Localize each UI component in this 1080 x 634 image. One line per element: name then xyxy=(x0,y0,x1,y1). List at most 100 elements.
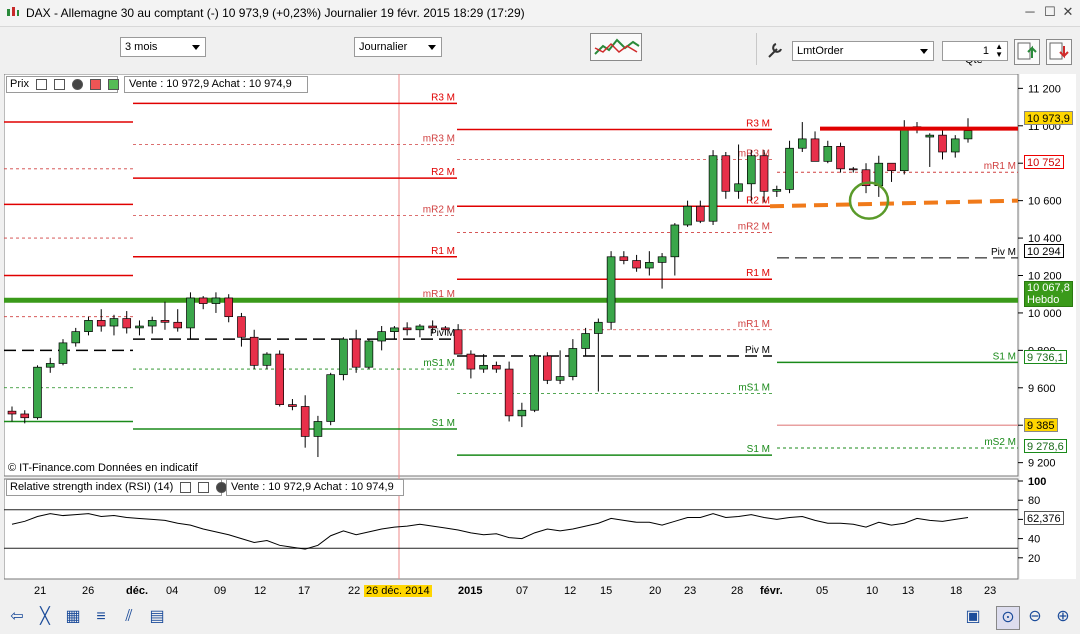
candle-body-down xyxy=(887,162,896,172)
app-logo-icon xyxy=(7,7,19,16)
sell-order-button[interactable] xyxy=(1046,39,1072,65)
window-icon[interactable] xyxy=(198,481,210,493)
zoom-in-icon[interactable]: ⊕ xyxy=(1052,606,1074,628)
candle-body-up xyxy=(670,224,680,258)
date-axis: 21 26 déc. 04 09 12 17 22 26 déc. 2014 2015 07 12 15… xyxy=(4,584,1018,600)
candle-body-down xyxy=(441,327,450,331)
candle-body-down xyxy=(428,325,437,329)
grid-tool-icon[interactable]: ▦ xyxy=(62,606,84,628)
candle-body-up xyxy=(479,364,488,370)
close-button[interactable]: ✕ xyxy=(1060,4,1076,20)
minimize-button[interactable]: ─ xyxy=(1022,4,1038,20)
hebdo-price-tag: 10 067,8 Hebdo xyxy=(1024,281,1073,307)
close-icon[interactable] xyxy=(72,78,84,90)
wrench-icon[interactable] xyxy=(180,481,192,493)
candle-body-down xyxy=(351,338,361,368)
price-quote-label: Vente : 10 972,9 Achat : 10 974,9 xyxy=(124,76,308,93)
candle-body-up xyxy=(555,376,565,381)
candle-body-down xyxy=(160,320,170,323)
rsi-panel-header: Relative strength index (RSI) (14) xyxy=(6,479,228,496)
candle xyxy=(708,150,718,225)
order-type-select[interactable]: LmtOrder xyxy=(792,41,934,61)
window-icon[interactable] xyxy=(54,78,66,90)
chart-style-button[interactable] xyxy=(590,33,642,61)
candle-body-up xyxy=(211,297,221,304)
candle-body-up xyxy=(950,138,960,153)
date-axis-label: 12 xyxy=(254,585,267,597)
candle-body-up xyxy=(874,162,884,187)
sell-arrow-icon xyxy=(1049,42,1069,60)
buy-order-button[interactable] xyxy=(1014,39,1040,65)
move-up-icon[interactable] xyxy=(108,78,120,90)
candle-body-down xyxy=(492,364,501,370)
candle-body-up xyxy=(657,256,667,263)
pivot-level-label: mR3 M xyxy=(423,134,455,145)
date-axis-label: 2015 xyxy=(458,585,483,597)
candle-body-up xyxy=(186,297,195,329)
title-bar: DAX - Allemagne 30 au comptant (-) 10 97… xyxy=(0,0,1080,27)
candle xyxy=(785,140,794,194)
price-chart-svg[interactable]: R3 M mR3 M R2 M mR2 M R1 M mR1 M Piv M mS1 M S1 … xyxy=(3,73,1076,584)
last-price-tag: 10 973,9 xyxy=(1024,111,1073,125)
candle-body-up xyxy=(899,127,909,172)
candle-body-up xyxy=(364,340,374,368)
candle-body-down xyxy=(96,320,106,327)
period-select[interactable]: 3 mois xyxy=(120,37,206,57)
date-axis-label: 10 xyxy=(866,585,879,597)
candle-body-up xyxy=(645,262,654,269)
maximize-button[interactable]: ☐ xyxy=(1042,4,1058,20)
channel-tool-icon[interactable]: ⫽ xyxy=(118,606,140,628)
quantity-value: 1 xyxy=(982,45,989,57)
fibonacci-tool-icon[interactable]: ≡ xyxy=(90,606,112,628)
candle-body-down xyxy=(543,355,552,381)
zoom-out-icon[interactable]: ⊖ xyxy=(1024,606,1046,628)
candle xyxy=(339,337,348,381)
price-panel-header: Prix xyxy=(6,76,120,93)
low-price-tag: 9 385 xyxy=(1024,418,1058,432)
candle-body-up xyxy=(135,325,144,329)
wrench-icon[interactable] xyxy=(36,78,48,90)
candle-body-up xyxy=(147,320,157,327)
candle-body-down xyxy=(275,353,284,405)
date-axis-label: 05 xyxy=(816,585,829,597)
candle-body-down xyxy=(237,316,246,338)
price-panel-label: Prix xyxy=(10,78,29,90)
date-axis-label: 28 xyxy=(731,585,744,597)
date-axis-label: déc. xyxy=(126,585,149,597)
rsi-axis-label: 20 xyxy=(1028,553,1040,565)
price-axis-label: 9 200 xyxy=(1028,458,1056,470)
price-axis-label: 10 000 xyxy=(1028,308,1062,320)
candle-body-up xyxy=(747,155,756,185)
text-tool-icon[interactable]: ▤ xyxy=(146,606,168,628)
date-axis-label: 04 xyxy=(166,585,179,597)
date-axis-label: 15 xyxy=(600,585,613,597)
pivot-level-label: Piv M xyxy=(991,247,1016,258)
candle-body-up xyxy=(45,363,55,368)
zoom-fit-icon[interactable]: ⊙ xyxy=(996,606,1020,630)
wrench-icon[interactable] xyxy=(765,40,789,62)
stepper-arrows-icon[interactable]: ▲ ▼ xyxy=(995,43,1003,59)
candle-body-up xyxy=(823,146,833,162)
candle-body-down xyxy=(836,146,845,170)
lock-icon[interactable]: ▣ xyxy=(962,606,984,628)
quantity-stepper[interactable]: 1 ▲ ▼ xyxy=(942,41,1008,61)
date-axis-label: 20 xyxy=(649,585,662,597)
date-axis-label: 17 xyxy=(298,585,311,597)
candle xyxy=(836,142,845,173)
candle xyxy=(364,339,374,370)
toolbar-divider xyxy=(756,33,757,65)
date-axis-label: 22 xyxy=(348,585,361,597)
date-axis-label: 26 déc. 2014 xyxy=(364,585,432,597)
date-axis-label: 07 xyxy=(516,585,529,597)
buy-arrow-icon xyxy=(1017,42,1037,60)
chart-area[interactable]: R3 M mR3 M R2 M mR2 M R1 M mR1 M Piv M mS1 M S1 … xyxy=(3,73,1076,584)
arrow-left-icon[interactable]: ⇦ xyxy=(6,606,28,628)
interval-select[interactable]: Journalier xyxy=(354,37,442,57)
move-down-icon[interactable] xyxy=(90,78,102,90)
candle-body-up xyxy=(390,327,399,332)
candle-body-down xyxy=(249,336,259,366)
line-tool-icon[interactable]: ╳ xyxy=(34,606,56,628)
pivot-level-label: mR2 M xyxy=(423,205,455,216)
interval-value: Journalier xyxy=(359,41,408,53)
candle xyxy=(543,352,552,385)
